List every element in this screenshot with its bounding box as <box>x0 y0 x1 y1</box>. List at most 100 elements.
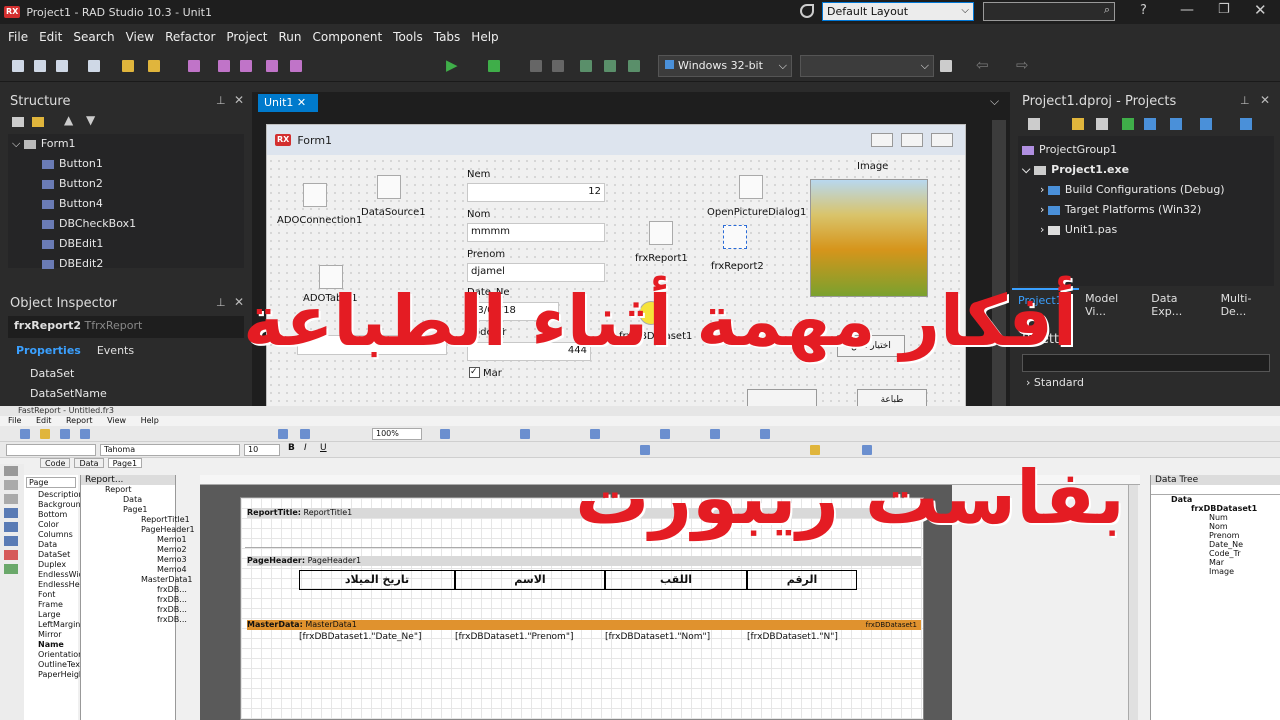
pin-icon[interactable]: ⊥ <box>1240 94 1250 107</box>
menu-file[interactable]: File <box>8 30 28 44</box>
mar-checkbox[interactable]: ✓ <box>469 367 480 378</box>
menu-tools[interactable]: Tools <box>393 30 423 44</box>
close-icon[interactable]: ✕ <box>234 93 244 107</box>
fr-underline-icon[interactable]: U <box>320 443 327 453</box>
property-name[interactable]: DataSetName <box>8 384 244 404</box>
fr-data-item[interactable]: frxDBDataset1 <box>1151 504 1280 513</box>
run-without-debug-icon[interactable] <box>488 60 500 72</box>
nom-field[interactable]: mmmm <box>467 223 605 242</box>
tree-item[interactable]: DBEdit2 <box>8 254 244 274</box>
frxreport1-icon[interactable] <box>649 221 673 245</box>
fr-menu-view[interactable]: View <box>107 416 126 425</box>
refresh-icon[interactable] <box>1122 118 1134 130</box>
menu-refactor[interactable]: Refactor <box>165 30 215 44</box>
fr-open-icon[interactable] <box>40 429 50 439</box>
header-cell-birthdate[interactable]: تاريخ الميلاد <box>299 570 455 590</box>
fr-prop-item[interactable]: Data <box>24 540 78 550</box>
fr-prop-item[interactable]: Large <box>24 610 78 620</box>
tree-item[interactable]: ⌵ Project1.exe <box>1018 160 1274 180</box>
form1-window[interactable]: RX Form1 ADOConnection1 DataSource1 ADOT… <box>266 124 966 414</box>
fr-data-item[interactable]: Nom <box>1151 522 1280 531</box>
build-icon[interactable] <box>1240 118 1252 130</box>
adoconnection-icon[interactable] <box>303 183 327 207</box>
fr-text-tool-icon[interactable] <box>4 508 18 518</box>
fr-tab-page1[interactable]: Page1 <box>107 458 143 468</box>
device-icon[interactable] <box>940 60 952 72</box>
menu-run[interactable]: Run <box>278 30 301 44</box>
fr-format-tool-icon[interactable] <box>4 522 18 532</box>
fr-prop-item[interactable]: Name <box>24 640 78 650</box>
fr-tree-item[interactable]: Memo3 <box>81 555 187 565</box>
fr-prop-item[interactable]: PaperHeight <box>24 670 87 680</box>
fr-save-icon[interactable] <box>60 429 70 439</box>
fr-redo-icon[interactable] <box>300 429 310 439</box>
stop-icon[interactable] <box>552 60 564 72</box>
fr-prop-item[interactable]: Bottom <box>24 510 78 520</box>
close-button[interactable]: ✕ <box>1254 1 1267 19</box>
tree-item[interactable]: › Target Platforms (Win32) <box>1018 200 1274 220</box>
fr-align-icon[interactable] <box>520 429 530 439</box>
platform-select[interactable]: Windows 32-bit ⌵ <box>658 55 792 77</box>
fr-data-item[interactable]: Num <box>1151 513 1280 522</box>
form-minimize-button[interactable] <box>871 133 893 147</box>
ide-search-input[interactable]: ⌕ <box>983 2 1115 21</box>
fr-band-tool-icon[interactable] <box>4 536 18 546</box>
fr-tree-item[interactable]: frxDB... <box>81 605 187 615</box>
fr-menu-report[interactable]: Report <box>66 416 93 425</box>
fr-new-icon[interactable] <box>20 429 30 439</box>
fr-align-icon[interactable] <box>760 429 770 439</box>
back-icon[interactable]: ⇦ <box>976 56 989 74</box>
fr-menu-help[interactable]: Help <box>141 416 159 425</box>
folder-icon[interactable] <box>32 117 44 127</box>
forward-icon[interactable]: ⇨ <box>1016 56 1029 74</box>
build-config-select[interactable]: ⌵ <box>800 55 934 77</box>
select-icon[interactable] <box>12 117 24 127</box>
tab-events[interactable]: Events <box>89 342 142 362</box>
fr-tree-item[interactable]: Report <box>81 485 175 495</box>
new-form-icon[interactable] <box>290 60 302 72</box>
header-cell-name[interactable]: الاسم <box>455 570 605 590</box>
tree-item[interactable]: › Build Configurations (Debug) <box>1018 180 1274 200</box>
tree-item[interactable]: DBCheckBox1 <box>8 214 244 234</box>
pause-icon[interactable] <box>530 60 542 72</box>
frxreport2-icon[interactable] <box>723 225 747 249</box>
fr-tree-item[interactable]: PageHeader1 <box>81 525 195 535</box>
options-icon[interactable] <box>1144 118 1156 130</box>
toggle-form-unit-icon[interactable] <box>266 60 278 72</box>
fr-picture-object-icon[interactable] <box>4 564 18 574</box>
menu-help[interactable]: Help <box>471 30 498 44</box>
palette-category[interactable]: › Standard <box>1026 376 1280 389</box>
fr-tab-data[interactable]: Data <box>74 458 104 468</box>
fr-prop-item[interactable]: Color <box>24 520 78 530</box>
layout-select[interactable]: Default Layout ⌵ <box>822 2 974 21</box>
fr-tree-item[interactable]: Data <box>81 495 175 505</box>
menu-project[interactable]: Project <box>226 30 267 44</box>
remove-icon[interactable] <box>1096 118 1108 130</box>
fr-prop-item[interactable]: Background <box>24 500 86 510</box>
page-header-band[interactable]: PageHeader: PageHeader1 تاريخ الميلاد ال… <box>245 556 921 592</box>
tree-item[interactable]: ⌵ Form1 <box>8 134 244 154</box>
tree-item[interactable]: Button2 <box>8 174 244 194</box>
fr-prop-item[interactable]: Description <box>24 490 84 500</box>
run-to-cursor-icon[interactable] <box>628 60 640 72</box>
fr-prop-item[interactable]: DataSet <box>24 550 78 560</box>
open-project-icon[interactable] <box>122 60 134 72</box>
fr-prop-item[interactable]: Mirror <box>24 630 78 640</box>
master-cell-date[interactable]: [frxDBDataset1."Date_Ne"] <box>299 632 421 642</box>
fr-prop-item[interactable]: EndlessWidth <box>24 570 92 580</box>
fr-tree-item[interactable]: Page1 <box>81 505 175 515</box>
fr-prop-item[interactable]: Frame <box>24 600 78 610</box>
fr-data-item[interactable]: Mar <box>1151 558 1280 567</box>
add-icon[interactable] <box>1072 118 1084 130</box>
fr-prop-item[interactable]: OutlineText <box>24 660 83 670</box>
menu-search[interactable]: Search <box>73 30 114 44</box>
help-button[interactable]: ? <box>1140 3 1147 18</box>
fr-select-tool-icon[interactable] <box>4 466 18 476</box>
fr-prop-item[interactable]: Font <box>24 590 78 600</box>
fr-tree-item[interactable]: Memo1 <box>81 535 187 545</box>
fr-zoom-select[interactable]: 100% <box>372 428 422 440</box>
fr-tab-code[interactable]: Code <box>40 458 71 468</box>
fr-prop-item[interactable]: LeftMargin <box>24 620 80 630</box>
close-icon[interactable]: ✕ <box>1260 93 1270 107</box>
num-field[interactable]: 12 <box>467 183 605 202</box>
